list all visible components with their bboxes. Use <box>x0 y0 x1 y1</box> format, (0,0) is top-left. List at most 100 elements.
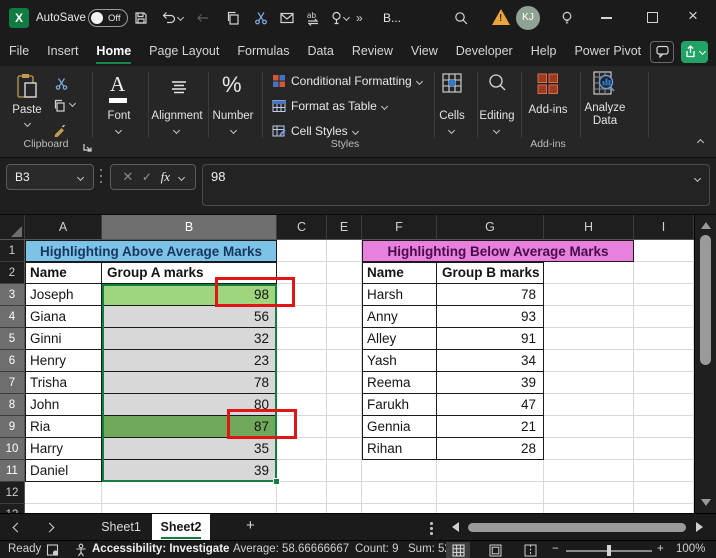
column-header-I[interactable]: I <box>634 215 694 240</box>
ribbon-tab-file[interactable]: File <box>0 37 38 66</box>
row-header-6[interactable]: 6 <box>0 350 25 372</box>
cell-F5[interactable]: Alley <box>362 328 437 350</box>
cell-C3[interactable] <box>277 284 327 306</box>
cell-E12[interactable] <box>327 482 362 504</box>
macro-record-icon[interactable] <box>46 543 60 558</box>
cell-I8[interactable] <box>634 394 694 416</box>
scroll-down-icon[interactable] <box>701 499 711 506</box>
ribbon-tab-insert[interactable]: Insert <box>38 37 87 66</box>
cell-E9[interactable] <box>327 416 362 438</box>
ribbon-tab-developer[interactable]: Developer <box>447 37 522 66</box>
ribbon-tab-power-pivot[interactable]: Power Pivot <box>565 37 650 66</box>
scroll-up-icon[interactable] <box>701 222 711 229</box>
cell-G11[interactable] <box>437 460 544 482</box>
cell-G5[interactable]: 91 <box>437 328 544 350</box>
cell-F10[interactable]: Rihan <box>362 438 437 460</box>
cell-G12[interactable] <box>437 482 544 504</box>
cell-F4[interactable]: Anny <box>362 306 437 328</box>
sheet-options-icon[interactable] <box>430 522 433 525</box>
cell-I4[interactable] <box>634 306 694 328</box>
cell-A5[interactable]: Ginni <box>25 328 102 350</box>
cell-B9[interactable]: 87 <box>102 416 277 438</box>
select-all-corner[interactable] <box>0 215 25 240</box>
find-replace-button[interactable]: ab <box>302 7 324 29</box>
cell-H12[interactable] <box>544 482 634 504</box>
editing-chevron-icon[interactable] <box>493 127 500 134</box>
format-painter-button[interactable] <box>48 118 70 140</box>
cell-H13[interactable] <box>544 504 634 513</box>
copy-chevron-icon[interactable] <box>69 100 76 107</box>
cell-C6[interactable] <box>277 350 327 372</box>
cell-H5[interactable] <box>544 328 634 350</box>
font-chevron-icon[interactable] <box>115 127 122 134</box>
cancel-formula-button[interactable]: ✕ <box>122 169 133 185</box>
cell-B11[interactable]: 39 <box>102 460 277 482</box>
cell-A11[interactable]: Daniel <box>25 460 102 482</box>
accessibility-status[interactable]: Accessibility: Investigate <box>92 543 229 555</box>
column-header-H[interactable]: H <box>544 215 634 240</box>
cell-F13[interactable] <box>362 504 437 513</box>
new-sheet-button[interactable]: + <box>246 517 255 534</box>
cell-H7[interactable] <box>544 372 634 394</box>
number-chevron-icon[interactable] <box>230 127 237 134</box>
cell-C5[interactable] <box>277 328 327 350</box>
cell-I13[interactable] <box>634 504 694 513</box>
row-header-3[interactable]: 3 <box>0 284 25 306</box>
cell-A10[interactable]: Harry <box>25 438 102 460</box>
cell-B5[interactable]: 32 <box>102 328 277 350</box>
cell-A13[interactable] <box>25 504 102 513</box>
cell-C10[interactable] <box>277 438 327 460</box>
worksheet-grid[interactable]: ABCEFGHI12345678910111213NameJosephGiana… <box>0 215 694 513</box>
maximize-button[interactable] <box>647 12 658 23</box>
cell-H8[interactable] <box>544 394 634 416</box>
format-as-table-button[interactable]: Format as Table <box>272 99 387 113</box>
avatar[interactable]: KJ <box>516 6 540 30</box>
cell-H9[interactable] <box>544 416 634 438</box>
column-header-B[interactable]: B <box>102 215 277 240</box>
cell-F12[interactable] <box>362 482 437 504</box>
cell-A7[interactable]: Trisha <box>25 372 102 394</box>
cell-B3[interactable]: 98 <box>102 284 277 306</box>
cell-H2[interactable] <box>544 262 634 284</box>
cell-B10[interactable]: 35 <box>102 438 277 460</box>
email-button[interactable] <box>276 7 298 29</box>
cell-I3[interactable] <box>634 284 694 306</box>
cell-C9[interactable] <box>277 416 327 438</box>
cell-B2[interactable]: Group A marks <box>102 262 277 284</box>
formula-input[interactable]: 98 <box>202 164 710 206</box>
cell-A12[interactable] <box>25 482 102 504</box>
cell-E13[interactable] <box>327 504 362 513</box>
cell-I11[interactable] <box>634 460 694 482</box>
cell-A8[interactable]: John <box>25 394 102 416</box>
cell-F8[interactable]: Farukh <box>362 394 437 416</box>
analyze-data-button[interactable]: Analyze Data <box>580 102 630 128</box>
cell-E3[interactable] <box>327 284 362 306</box>
ribbon-copy-button[interactable] <box>48 94 70 116</box>
row-header-7[interactable]: 7 <box>0 372 25 394</box>
merged-title-below[interactable]: Highlighting Below Average Marks <box>362 240 634 262</box>
row-header-11[interactable]: 11 <box>0 460 25 482</box>
cell-G8[interactable]: 47 <box>437 394 544 416</box>
sheet-tab-sheet1[interactable]: Sheet1 <box>92 514 150 541</box>
cell-I1[interactable] <box>634 240 694 262</box>
cell-B12[interactable] <box>102 482 277 504</box>
cell-B7[interactable]: 78 <box>102 372 277 394</box>
formula-bar-grip[interactable] <box>100 169 102 171</box>
cell-E2[interactable] <box>327 262 362 284</box>
cell-I7[interactable] <box>634 372 694 394</box>
paste-chevron-icon[interactable] <box>24 120 31 127</box>
normal-view-button[interactable] <box>446 542 470 558</box>
ribbon-cut-button[interactable] <box>50 72 72 94</box>
cell-C7[interactable] <box>277 372 327 394</box>
ribbon-tab-page-layout[interactable]: Page Layout <box>140 37 228 66</box>
cell-C2[interactable] <box>277 262 327 284</box>
lightbulb-button[interactable] <box>556 7 578 29</box>
cell-A4[interactable]: Giana <box>25 306 102 328</box>
cell-G13[interactable] <box>437 504 544 513</box>
excel-logo-icon[interactable]: X <box>9 8 29 28</box>
row-header-12[interactable]: 12 <box>0 482 25 504</box>
font-group-button[interactable]: Font <box>94 110 144 122</box>
minimize-button[interactable] <box>601 17 612 19</box>
cell-I2[interactable] <box>634 262 694 284</box>
search-button[interactable] <box>450 7 472 29</box>
